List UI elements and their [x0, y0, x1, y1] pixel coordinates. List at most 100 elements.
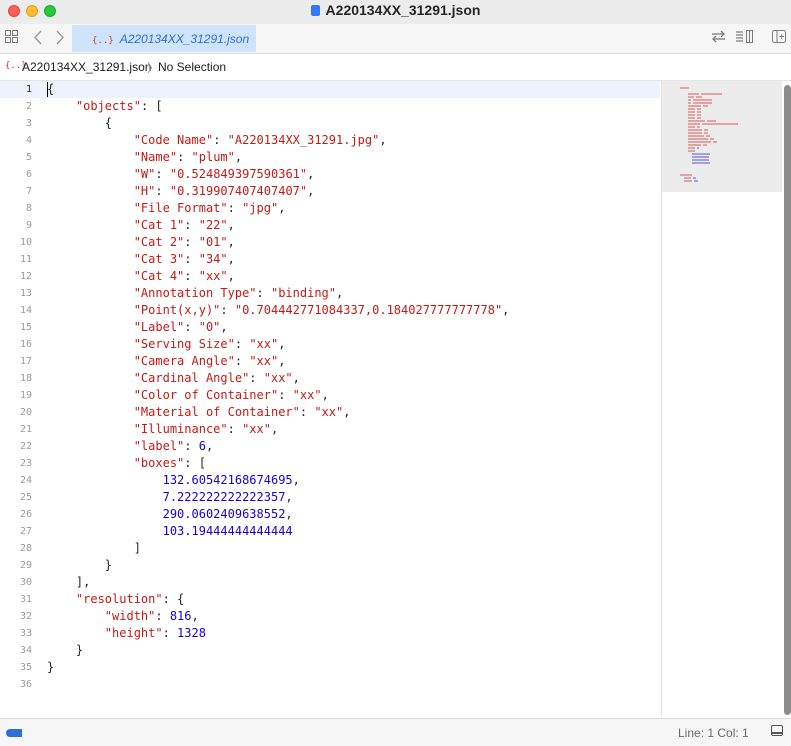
code-editor[interactable]: 1 2 3 4 5 6 7 8 9 10 11 12 13 14 15 16 17 18 19 20 21 22 23 24 2…: [0, 81, 660, 717]
code-line: "Annotation Type": "binding",: [47, 285, 344, 302]
status-bar: Line: 1 Col: 1: [0, 718, 791, 746]
code-token: "0.704442771084337,0.184027777777778": [234, 303, 503, 317]
code-line: "Camera Angle": "xx",: [47, 353, 286, 370]
code-line: "File Format": "jpg",: [47, 200, 286, 217]
current-line-highlight: [0, 81, 660, 98]
code-token: ],: [47, 575, 91, 589]
code-token: "label": [133, 439, 185, 453]
code-token: :: [299, 405, 315, 419]
code-token: "Color of Container": [133, 388, 279, 402]
minimap-line: [696, 117, 701, 119]
code-token: :: [184, 269, 199, 283]
code-line: ],: [47, 574, 90, 591]
add-editor-icon[interactable]: [772, 30, 786, 46]
code-token: :: [184, 439, 199, 453]
jump-bar-selection[interactable]: No Selection: [158, 60, 226, 74]
jump-bar-file[interactable]: A220134XX_31291.json: [22, 60, 151, 74]
cursor-position[interactable]: Line: 1 Col: 1: [678, 726, 749, 740]
code-token: "jpg": [242, 201, 279, 215]
line-number: 5: [25, 152, 32, 163]
code-token: "Cat 1": [133, 218, 185, 232]
code-token: "Code Name": [133, 133, 214, 147]
code-line: ]: [47, 540, 141, 557]
chevron-right-icon[interactable]: [55, 30, 64, 48]
code-line: "boxes": [: [47, 455, 206, 472]
minimap-line: [705, 135, 710, 137]
code-token: :: [177, 150, 192, 164]
minimap-line: [696, 114, 701, 116]
minimap-line: [687, 138, 708, 140]
minimap-line: [702, 144, 707, 146]
code-token: ,: [227, 218, 235, 232]
code-token: 103.19444444444444: [162, 524, 293, 538]
code-token: {: [47, 116, 113, 130]
grid-icon[interactable]: [5, 30, 18, 46]
code-token: ,: [234, 150, 243, 164]
code-line: 290.0602409638552,: [47, 506, 293, 523]
code-token: :: [227, 201, 243, 215]
vertical-scrollbar[interactable]: [784, 85, 791, 715]
code-line: }: [47, 557, 112, 574]
code-token: ,: [220, 320, 228, 334]
code-token: ,: [292, 371, 300, 385]
code-token: ,: [321, 388, 329, 402]
code-token: "Cat 4": [133, 269, 185, 283]
code-token: : [: [184, 456, 206, 470]
code-token: :: [184, 218, 199, 232]
code-line: "Point(x,y)": "0.704442771084337,0.18402…: [47, 302, 510, 319]
line-number: 22: [19, 441, 32, 452]
code-token: "xx": [292, 388, 322, 402]
code-token: "Annotation Type": [133, 286, 257, 300]
swap-icon[interactable]: [711, 30, 726, 46]
code-token: }: [47, 660, 55, 674]
code-token: 6: [198, 439, 206, 453]
minimap-line: [687, 105, 701, 107]
jump-bar: {..} A220134XX_31291.json 〉 No Selection: [0, 54, 791, 81]
minimap-line: [687, 123, 700, 125]
code-token: "xx": [249, 337, 279, 351]
minimap-line: [687, 99, 691, 101]
bottom-panel-icon[interactable]: [771, 725, 783, 736]
line-number: 11: [19, 254, 32, 265]
list-icon[interactable]: [735, 30, 754, 46]
code-token: ,: [343, 405, 351, 419]
minimap-line: [687, 129, 702, 131]
minimap-line: [687, 144, 701, 146]
code-token: :: [249, 371, 264, 385]
minimap-line: [687, 120, 705, 122]
minimap-line: [687, 108, 695, 110]
code-token: "File Format": [133, 201, 228, 215]
chevron-left-icon[interactable]: [34, 30, 43, 48]
code-line: "objects": [: [47, 98, 163, 115]
minimap-line: [683, 177, 691, 179]
code-line: 7.222222222222357,: [47, 489, 293, 506]
line-number: 13: [19, 288, 32, 299]
minimap-line: [687, 147, 695, 149]
code-token: :: [213, 133, 228, 147]
code-token: "W": [133, 167, 156, 181]
code-token: "Cardinal Angle": [133, 371, 250, 385]
code-token: "Camera Angle": [133, 354, 235, 368]
minimap[interactable]: [661, 81, 791, 717]
code-line: "Label": "0",: [47, 319, 228, 336]
code-token: :: [220, 303, 235, 317]
tab-json-file[interactable]: {..} A220134XX_31291.json: [72, 25, 256, 52]
code-line: "H": "0.319907407407407",: [47, 183, 315, 200]
code-token: ,: [278, 337, 286, 351]
minimap-line: [691, 162, 710, 164]
line-number: 6: [25, 169, 32, 180]
code-token: "width": [104, 609, 156, 623]
code-line: "Name": "plum",: [47, 149, 242, 166]
code-token: "resolution": [75, 592, 163, 606]
